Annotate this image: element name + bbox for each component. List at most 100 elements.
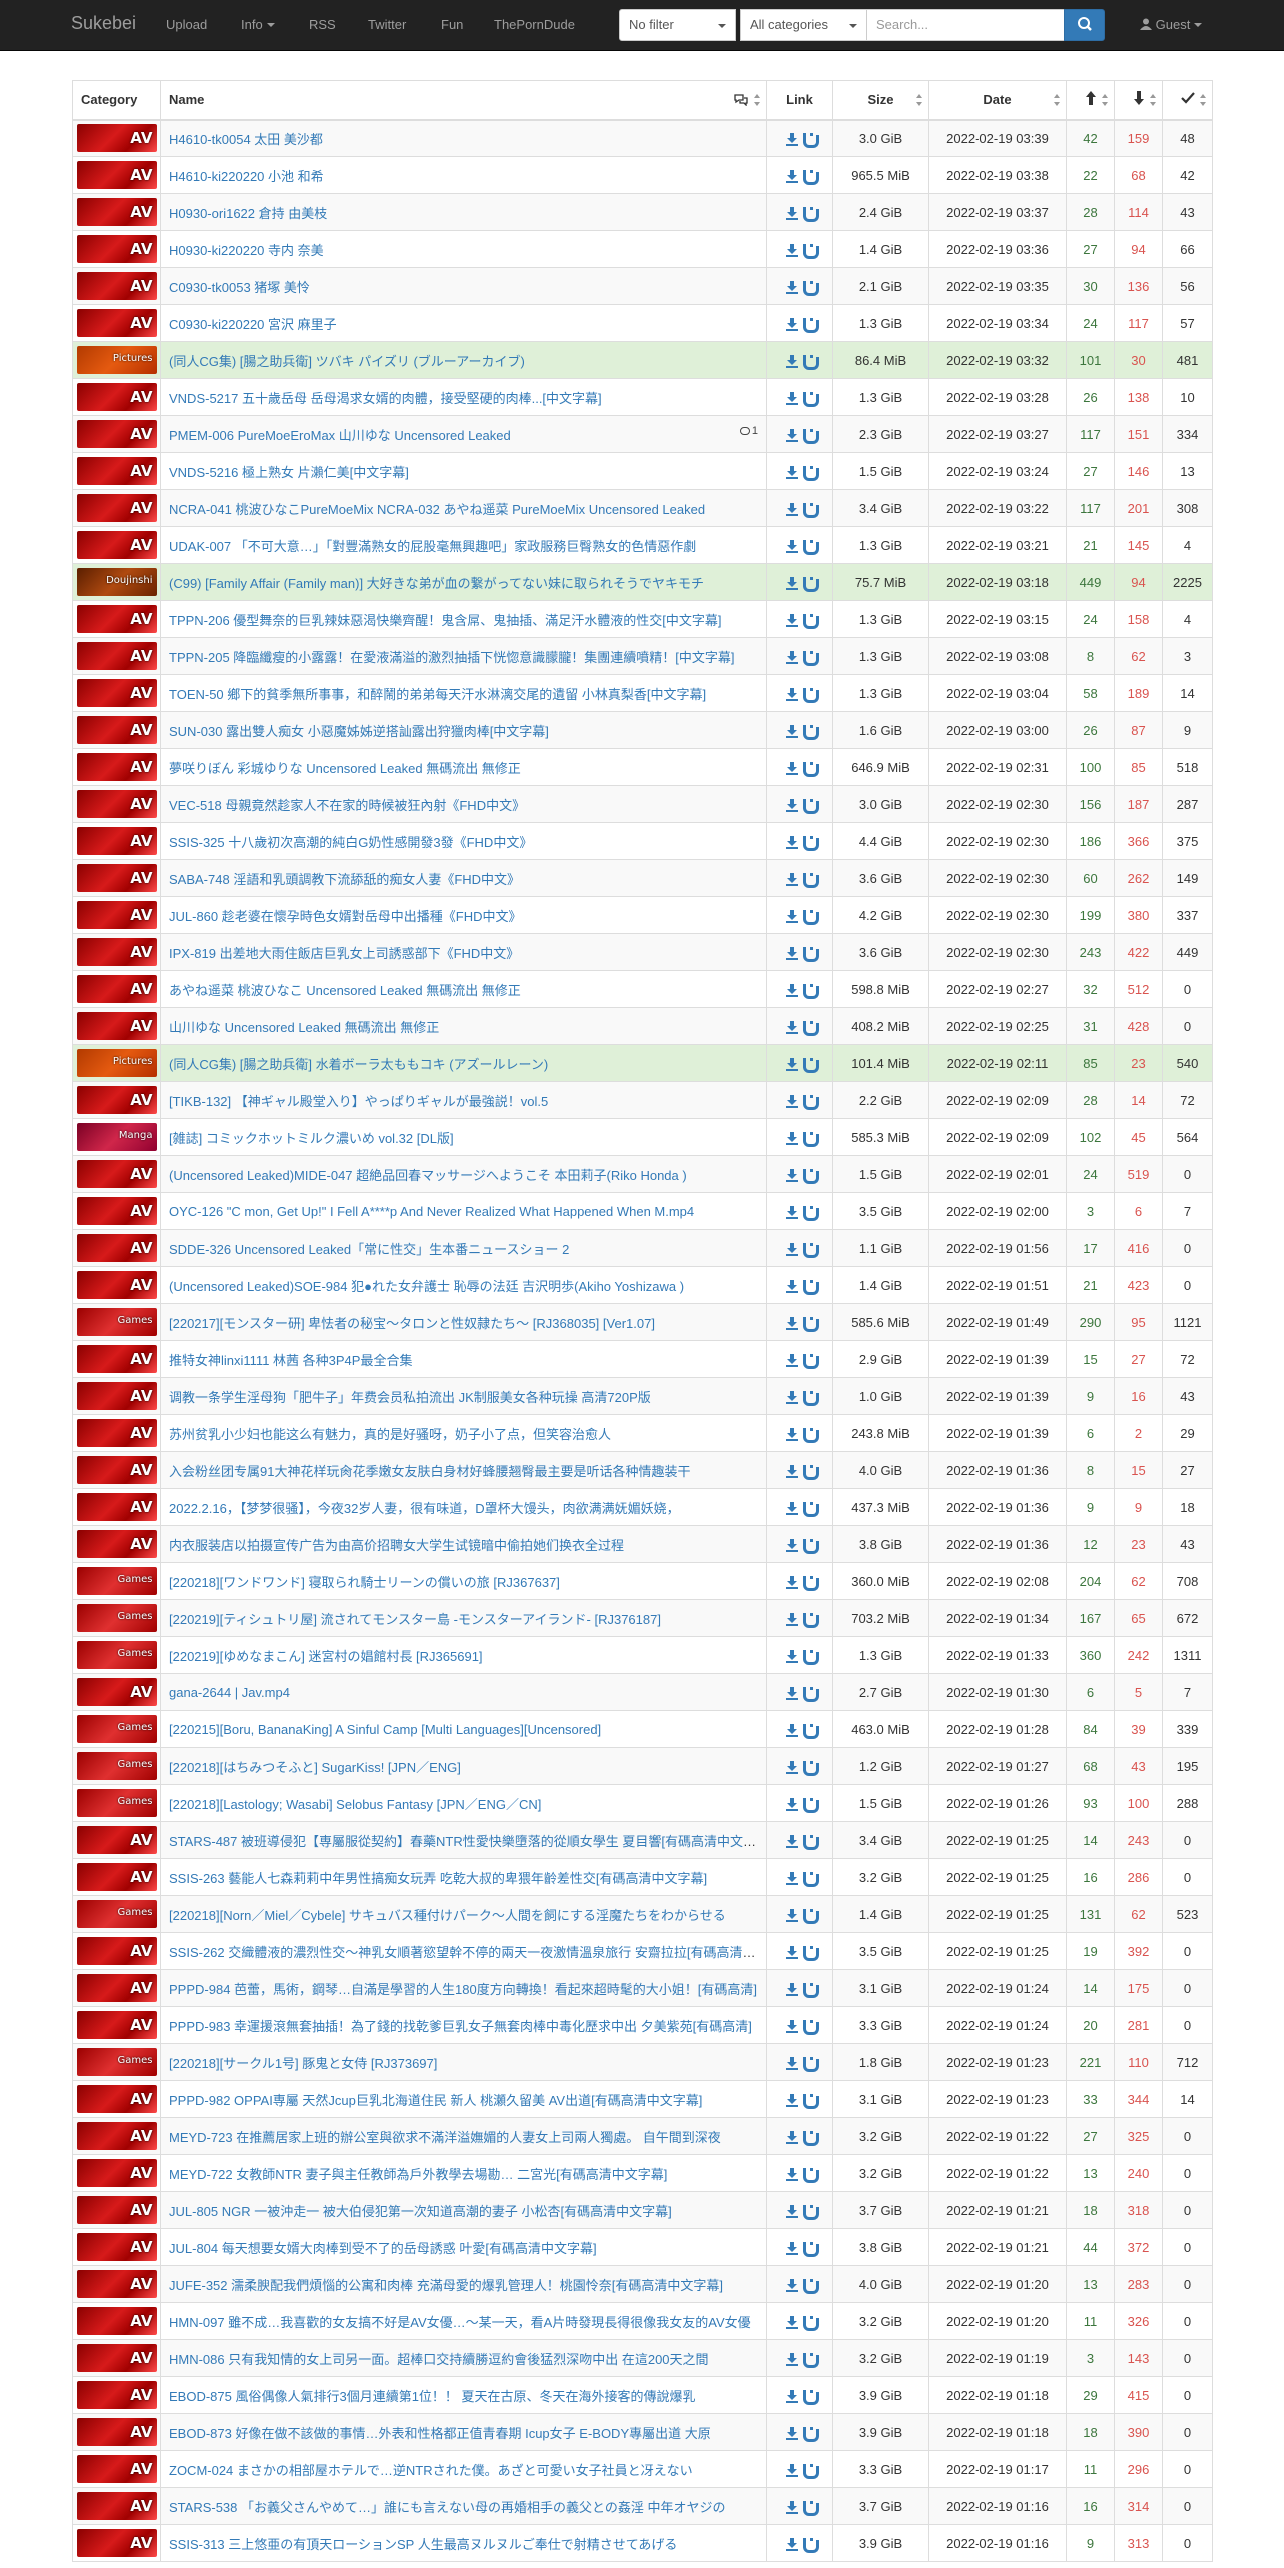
torrent-name-link[interactable]: SSIS-263 藝能人七森莉莉中年男性搞痴女玩弄 吃乾大叔的卑猥年齡差性交[有…: [169, 1871, 707, 1886]
magnet-icon[interactable]: [802, 1279, 819, 1295]
category-badge[interactable]: AV: [76, 1382, 157, 1410]
category-badge[interactable]: AV: [76, 2233, 157, 2261]
category-badge[interactable]: AV: [76, 1197, 157, 1225]
magnet-icon[interactable]: [802, 1982, 819, 1998]
torrent-name-link[interactable]: [220218][サークル1号] 豚鬼と女侍 [RJ373697]: [169, 2056, 437, 2071]
torrent-name-link[interactable]: [TIKB-132] 【神ギャル殿堂入り】やっぱりギャルが最強説！vol.5: [169, 1094, 548, 1109]
download-icon[interactable]: [785, 1686, 798, 1700]
header-completed[interactable]: [1162, 80, 1213, 121]
torrent-name-link[interactable]: [220218][はちみつそふと] SugarKiss! [JPN／ENG]: [169, 1760, 461, 1775]
magnet-icon[interactable]: [802, 1168, 819, 1184]
torrent-name-link[interactable]: 调教一条学生淫母狗「肥牛子」年费会员私拍流出 JK制服美女各种玩操 高清720P…: [169, 1390, 651, 1405]
category-badge[interactable]: AV: [76, 2344, 157, 2372]
magnet-icon[interactable]: [802, 539, 819, 555]
header-seeders[interactable]: [1066, 80, 1115, 121]
magnet-icon[interactable]: [802, 2426, 819, 2442]
category-badge[interactable]: AV: [76, 2085, 157, 2113]
magnet-icon[interactable]: [802, 1723, 819, 1739]
download-icon[interactable]: [785, 1723, 798, 1737]
magnet-icon[interactable]: [802, 2019, 819, 2035]
magnet-icon[interactable]: [802, 1945, 819, 1961]
category-badge[interactable]: AV: [76, 457, 157, 485]
magnet-icon[interactable]: [802, 169, 819, 185]
torrent-name-link[interactable]: JUL-804 每天想要女婿大肉棒到受不了的岳母誘惑 叶愛[有碼高清中文字幕]: [169, 2241, 597, 2256]
category-badge[interactable]: AV: [76, 1937, 157, 1965]
category-badge[interactable]: AV: [76, 2492, 157, 2520]
magnet-icon[interactable]: [802, 243, 819, 259]
torrent-name-link[interactable]: MEYD-723 在推薦居家上班的辦公室與欲求不滿洋溢嫵媚的人妻女上司兩人獨處。…: [169, 2130, 721, 2145]
torrent-name-link[interactable]: PPPD-982 OPPAI専屬 天然Jcup巨乳北海道住民 新人 桃瀬久留美 …: [169, 2093, 702, 2108]
download-icon[interactable]: [785, 1649, 798, 1663]
download-icon[interactable]: [785, 1464, 798, 1478]
user-menu[interactable]: Guest: [1140, 17, 1203, 32]
download-icon[interactable]: [785, 1612, 798, 1626]
download-icon[interactable]: [785, 1834, 798, 1848]
category-badge[interactable]: Pictures: [76, 1049, 157, 1077]
download-icon[interactable]: [785, 1538, 798, 1552]
torrent-name-link[interactable]: 内衣服装店以拍摄宣传广告为由高价招聘女大学生试镜暗中偷拍她们换衣全过程: [169, 1538, 624, 1553]
torrent-name-link[interactable]: STARS-487 被班導侵犯【専屬服從契約】春藥NTR性愛快樂墮落的從順女學生…: [169, 1834, 766, 1849]
category-badge[interactable]: AV: [76, 753, 157, 781]
torrent-name-link[interactable]: あやね遥菜 桃波ひなこ Uncensored Leaked 無碼流出 無修正: [169, 983, 521, 998]
download-icon[interactable]: [785, 687, 798, 701]
download-icon[interactable]: [785, 798, 798, 812]
torrent-name-link[interactable]: EBOD-875 風俗偶像人氣排行3個月連續第1位！！ 夏天在古原、冬天在海外接…: [169, 2389, 696, 2404]
category-badge[interactable]: AV: [76, 2196, 157, 2224]
category-badge[interactable]: AV: [76, 1530, 157, 1558]
magnet-icon[interactable]: [802, 2389, 819, 2405]
download-icon[interactable]: [785, 724, 798, 738]
download-icon[interactable]: [785, 280, 798, 294]
header-category[interactable]: Category: [72, 80, 161, 121]
category-badge[interactable]: AV: [76, 1160, 157, 1188]
magnet-icon[interactable]: [802, 650, 819, 666]
torrent-name-link[interactable]: MEYD-722 女教師NTR 妻子與主任教師為戶外教學去場勘… 二宮光[有碼高…: [169, 2167, 667, 2182]
magnet-icon[interactable]: [802, 2463, 819, 2479]
download-icon[interactable]: [785, 1353, 798, 1367]
category-badge[interactable]: AV: [76, 642, 157, 670]
magnet-icon[interactable]: [802, 428, 819, 444]
magnet-icon[interactable]: [802, 613, 819, 629]
magnet-icon[interactable]: [802, 2056, 819, 2072]
download-icon[interactable]: [785, 650, 798, 664]
download-icon[interactable]: [785, 2500, 798, 2514]
download-icon[interactable]: [785, 2426, 798, 2440]
torrent-name-link[interactable]: [220217][モンスター研] 卑怯者の秘宝～タロンと性奴隷たち～ [RJ36…: [169, 1316, 655, 1331]
torrent-name-link[interactable]: 入会粉丝团专属91大神花样玩肏花季嫩女友肤白身材好蜂腰翘臀最主要是听话各种情趣装…: [169, 1464, 690, 1479]
category-badge[interactable]: AV: [76, 679, 157, 707]
magnet-icon[interactable]: [802, 983, 819, 999]
category-badge[interactable]: AV: [76, 1419, 157, 1447]
category-badge[interactable]: Games: [76, 1752, 157, 1780]
magnet-icon[interactable]: [802, 2278, 819, 2294]
torrent-name-link[interactable]: (同人CG集) [腸之助兵衛] 水着ボーラ太ももコキ (アズールレーン): [169, 1057, 548, 1072]
magnet-icon[interactable]: [802, 2315, 819, 2331]
magnet-icon[interactable]: [802, 1908, 819, 1924]
download-icon[interactable]: [785, 2463, 798, 2477]
magnet-icon[interactable]: [802, 1686, 819, 1702]
magnet-icon[interactable]: [802, 2500, 819, 2516]
download-icon[interactable]: [785, 1057, 798, 1071]
magnet-icon[interactable]: [802, 465, 819, 481]
download-icon[interactable]: [785, 1427, 798, 1441]
download-icon[interactable]: [785, 2056, 798, 2070]
magnet-icon[interactable]: [802, 206, 819, 222]
magnet-icon[interactable]: [802, 1538, 819, 1554]
download-icon[interactable]: [785, 1242, 798, 1256]
magnet-icon[interactable]: [802, 687, 819, 703]
torrent-name-link[interactable]: TOEN-50 鄉下的貧季無所事事，和醉鬧的弟弟每天汗水淋漓交尾的遺留 小林真梨…: [169, 687, 706, 702]
download-icon[interactable]: [785, 1205, 798, 1219]
download-icon[interactable]: [785, 2019, 798, 2033]
torrent-name-link[interactable]: 山川ゆな Uncensored Leaked 無碼流出 無修正: [169, 1020, 439, 1035]
download-icon[interactable]: [785, 1501, 798, 1515]
download-icon[interactable]: [785, 391, 798, 405]
magnet-icon[interactable]: [802, 909, 819, 925]
download-icon[interactable]: [785, 613, 798, 627]
torrent-name-link[interactable]: PMEM-006 PureMoeEroMax 山川ゆな Uncensored L…: [169, 428, 511, 443]
magnet-icon[interactable]: [802, 502, 819, 518]
download-icon[interactable]: [785, 2093, 798, 2107]
category-badge[interactable]: Doujinshi: [76, 568, 157, 596]
search-input[interactable]: Search...: [866, 9, 1065, 41]
download-icon[interactable]: [785, 206, 798, 220]
search-button[interactable]: [1064, 9, 1105, 41]
nav-twitter[interactable]: Twitter: [368, 17, 406, 32]
category-badge[interactable]: AV: [76, 2270, 157, 2298]
